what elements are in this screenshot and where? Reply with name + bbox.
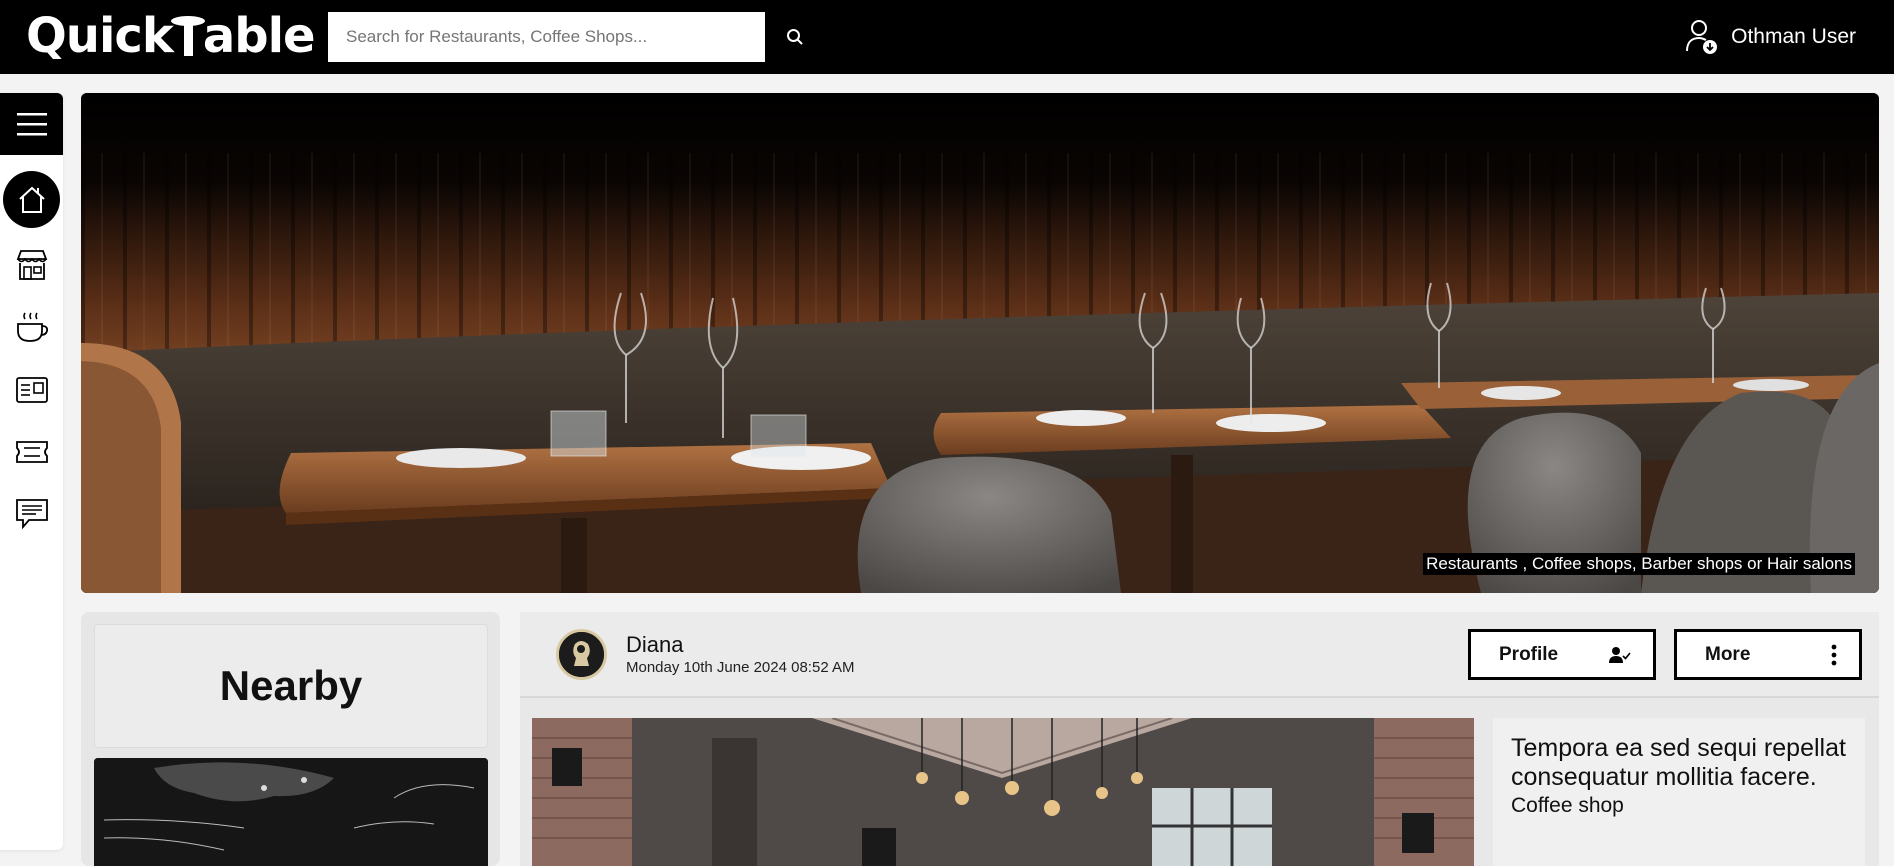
hero-caption: Restaurants , Coffee shops, Barber shops… xyxy=(1423,553,1855,575)
storefront-icon xyxy=(16,250,47,280)
post-title[interactable]: Tempora ea sed sequi repellat consequatu… xyxy=(1511,734,1847,792)
sidebar-item-tickets[interactable] xyxy=(0,427,63,477)
user-check-icon xyxy=(1609,646,1631,663)
profile-button[interactable]: Profile xyxy=(1468,629,1656,680)
quicktable-logo[interactable]: Quick able xyxy=(26,8,316,64)
profile-button-label: Profile xyxy=(1499,643,1559,665)
top-bar: Quickable Othman User xyxy=(0,0,1894,74)
menu-button[interactable] xyxy=(0,93,63,155)
post-date: Monday 10th June 2024 08:52 AM xyxy=(626,659,855,676)
chat-icon xyxy=(15,499,48,530)
user-download-icon xyxy=(1686,20,1718,54)
hamburger-icon xyxy=(16,113,47,136)
nearby-place-image[interactable] xyxy=(94,758,488,866)
more-vertical-icon xyxy=(1831,644,1837,665)
more-button-label: More xyxy=(1705,643,1751,665)
nearby-panel: Nearby xyxy=(81,612,500,866)
hero-banner: Restaurants , Coffee shops, Barber shops… xyxy=(81,93,1879,593)
avatar-image xyxy=(559,632,604,677)
sidebar-item-news[interactable] xyxy=(0,365,63,415)
home-icon xyxy=(18,186,45,213)
author-avatar[interactable] xyxy=(556,629,607,680)
user-name: Othman User xyxy=(1731,25,1856,48)
post-image[interactable] xyxy=(532,718,1474,866)
nearby-title: Nearby xyxy=(94,624,488,748)
post-author[interactable]: Diana xyxy=(626,632,683,658)
post-category: Coffee shop xyxy=(1511,794,1624,817)
restaurant-interior-image xyxy=(81,93,1879,593)
table-glyph-icon xyxy=(170,16,205,56)
coffee-shop-interior-image xyxy=(532,718,1474,866)
sidebar-item-coffee[interactable] xyxy=(0,303,63,353)
newspaper-icon xyxy=(15,377,48,403)
sidebar-item-home[interactable] xyxy=(3,171,60,228)
search-input[interactable] xyxy=(328,12,765,62)
post-header: Diana Monday 10th June 2024 08:52 AM Pro… xyxy=(520,612,1879,698)
post-text-panel: Tempora ea sed sequi repellat consequatu… xyxy=(1493,718,1865,866)
more-button[interactable]: More xyxy=(1674,629,1862,680)
search-icon xyxy=(787,29,803,45)
sidebar-item-stores[interactable] xyxy=(0,240,63,290)
coffee-cup-icon xyxy=(16,312,48,342)
sidebar xyxy=(0,93,63,850)
user-menu[interactable]: Othman User xyxy=(1685,16,1856,58)
chalkboard-wall-image xyxy=(94,758,488,866)
post-card: Diana Monday 10th June 2024 08:52 AM Pro… xyxy=(520,612,1879,866)
ticket-icon xyxy=(15,441,48,463)
sidebar-item-messages[interactable] xyxy=(0,489,63,539)
search-button[interactable] xyxy=(780,20,810,54)
